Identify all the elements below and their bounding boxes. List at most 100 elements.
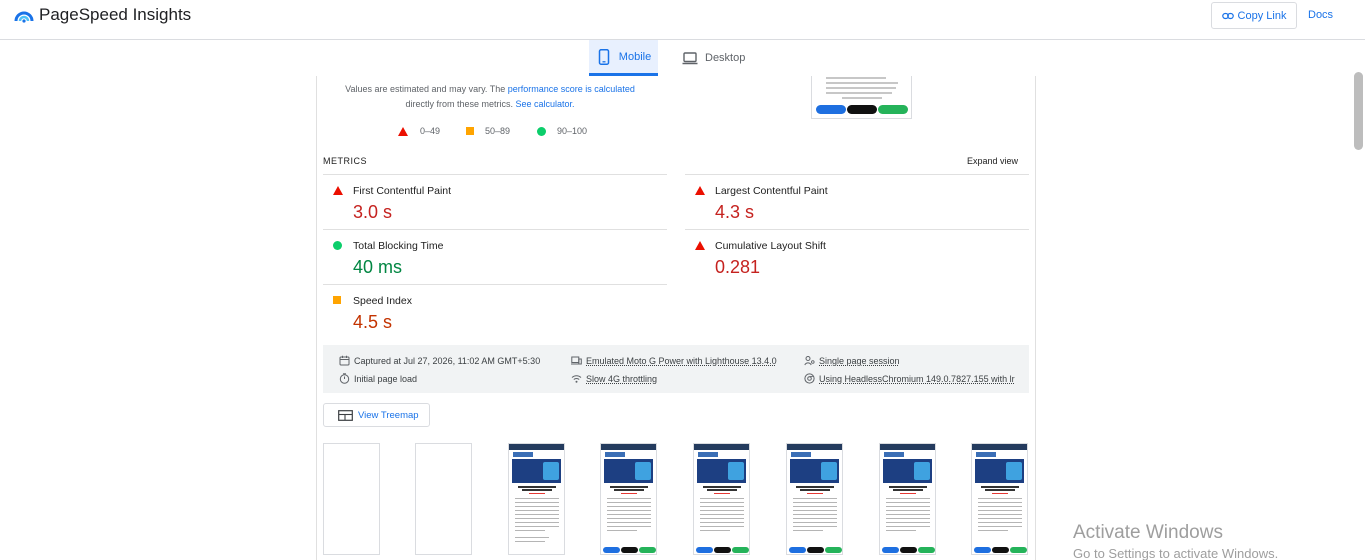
frame-topbar: [880, 444, 935, 450]
frame-text-line: [793, 530, 823, 531]
frame-hero-image: [821, 462, 837, 480]
explanation-text-1: Values are estimated and may vary. The: [345, 84, 508, 94]
frame-text-line: [886, 502, 930, 503]
explanation-text-2: directly from these metrics.: [405, 99, 516, 109]
frame-divider: [807, 493, 823, 494]
frame-title-line: [703, 486, 741, 488]
frame-divider: [529, 493, 545, 494]
frame-text-line: [886, 498, 930, 499]
frame-text-line: [607, 518, 651, 519]
performance-score-link[interactable]: performance score is calculated: [508, 84, 635, 94]
frame-text-line: [978, 514, 1022, 515]
frame-logo: [791, 452, 811, 457]
session-type[interactable]: Single page session: [804, 355, 900, 366]
filmstrip-frame: [786, 443, 843, 555]
frame-text-line: [515, 498, 559, 499]
frame-text-line: [700, 522, 744, 523]
score-explanation: Values are estimated and may vary. The p…: [330, 82, 650, 112]
app-title[interactable]: PageSpeed Insights: [39, 5, 191, 25]
content-frame-right-border: [1035, 76, 1036, 560]
docs-link[interactable]: Docs: [1308, 9, 1333, 21]
frame-whatsapp-button: [639, 547, 656, 553]
emulated-device[interactable]: Emulated Moto G Power with Lighthouse 13…: [571, 355, 777, 366]
frame-text-line: [515, 510, 559, 511]
frame-whatsapp-button: [1010, 547, 1027, 553]
metric-value: 40 ms: [353, 257, 403, 277]
see-calculator-link[interactable]: See calculator.: [515, 99, 574, 109]
frame-text-line: [700, 510, 744, 511]
tab-mobile[interactable]: Mobile: [589, 40, 658, 76]
frame-text-line: [978, 518, 1022, 519]
frame-email-button: [807, 547, 824, 553]
frame-text-line: [700, 506, 744, 507]
smartphone-icon: [598, 48, 610, 65]
frame-logo: [884, 452, 904, 457]
frame-text-line: [978, 506, 1022, 507]
legend-good: 90–100: [537, 126, 587, 136]
view-treemap-button[interactable]: View Treemap: [323, 403, 430, 427]
legend-poor: 0–49: [398, 126, 440, 136]
frame-divider: [900, 493, 916, 494]
frame-call-button: [789, 547, 806, 553]
frame-title-line: [981, 486, 1019, 488]
frame-topbar: [601, 444, 656, 450]
thumbnail-email-button: [847, 105, 877, 114]
load-type: Initial page load: [339, 373, 417, 384]
copy-link-button[interactable]: Copy Link: [1211, 2, 1297, 29]
frame-logo: [605, 452, 625, 457]
browser-info[interactable]: Using HeadlessChromium 149.0.7827.155 wi…: [804, 373, 1015, 384]
browser-info-text[interactable]: Using HeadlessChromium 149.0.7827.155 wi…: [819, 374, 1015, 384]
frame-hero-image: [635, 462, 651, 480]
run-info-panel: Captured at Jul 27, 2026, 11:02 AM GMT+5…: [323, 345, 1029, 393]
tab-desktop-label: Desktop: [705, 52, 746, 64]
frame-text-line: [700, 518, 744, 519]
network-throttling-text[interactable]: Slow 4G throttling: [586, 374, 657, 384]
frame-text-line: [607, 514, 651, 515]
view-treemap-label: View Treemap: [358, 409, 419, 421]
tab-desktop[interactable]: Desktop: [682, 40, 762, 76]
frame-text-line: [978, 522, 1022, 523]
frame-text-line: [886, 526, 930, 527]
frame-title-line: [796, 486, 834, 488]
frame-text-line: [978, 530, 1008, 531]
frame-text-line: [515, 541, 545, 542]
frame-title-line: [889, 486, 927, 488]
frame-text-line: [886, 518, 930, 519]
frame-text-line: [793, 498, 837, 499]
frame-text-line: [607, 498, 651, 499]
legend-good-range: 90–100: [557, 126, 588, 136]
scrollbar-thumb[interactable]: [1354, 72, 1363, 150]
frame-email-button: [714, 547, 731, 553]
frame-text-line: [515, 506, 559, 507]
filmstrip-frame: [600, 443, 657, 555]
frame-text-line: [607, 510, 651, 511]
frame-text-line: [793, 510, 837, 511]
filmstrip-frame: [415, 443, 472, 555]
metric-largest-contentful-paint: Largest Contentful Paint 4.3 s: [685, 174, 1029, 229]
frame-text-line: [793, 502, 837, 503]
pagespeed-logo-icon[interactable]: [14, 6, 34, 24]
frame-divider: [992, 493, 1008, 494]
frame-whatsapp-button: [732, 547, 749, 553]
frame-call-button: [974, 547, 991, 553]
frame-text-line: [515, 526, 559, 527]
frame-divider: [714, 493, 730, 494]
frame-call-button: [882, 547, 899, 553]
orange-square-icon: [466, 127, 474, 135]
frame-text-line: [515, 522, 559, 523]
thumbnail-call-button: [816, 105, 846, 114]
metric-name: Largest Contentful Paint: [715, 185, 828, 197]
network-throttling[interactable]: Slow 4G throttling: [571, 373, 657, 384]
filmstrip-frame: [971, 443, 1028, 555]
green-circle-icon: [537, 126, 546, 136]
frame-logo: [513, 452, 533, 457]
metrics-heading: METRICS: [323, 156, 367, 166]
frame-text-line: [793, 506, 837, 507]
activate-windows-watermark: Activate Windows: [1073, 522, 1223, 543]
frame-topbar: [972, 444, 1027, 450]
expand-view-button[interactable]: Expand view: [967, 156, 1018, 166]
emulated-device-text[interactable]: Emulated Moto G Power with Lighthouse 13…: [586, 356, 777, 366]
session-type-text[interactable]: Single page session: [819, 356, 900, 366]
metric-value: 3.0 s: [353, 202, 393, 222]
metric-name: Total Blocking Time: [353, 240, 444, 252]
